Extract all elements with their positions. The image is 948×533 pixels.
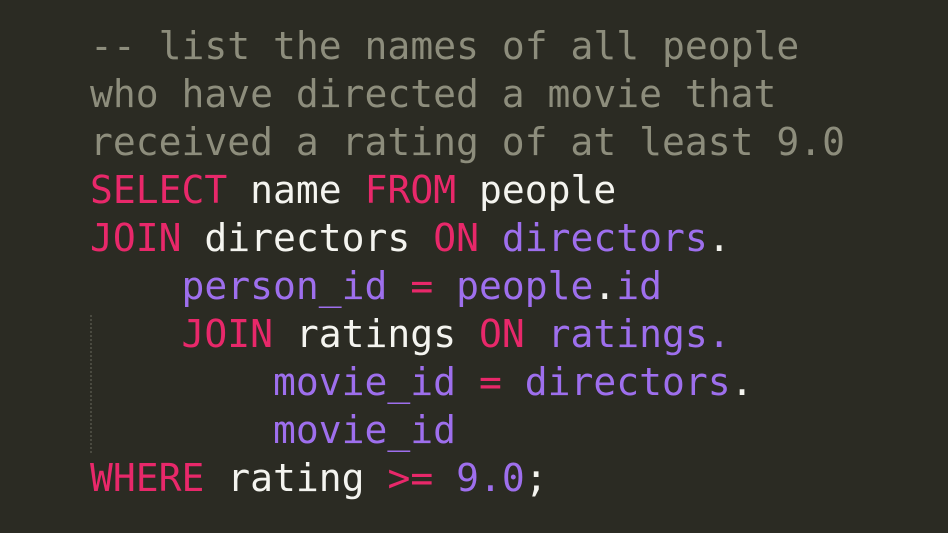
- code-token-keyword: ON: [478, 312, 525, 356]
- code-token-keyword: ON: [433, 216, 479, 260]
- code-line[interactable]: JOIN directors ON directors.: [90, 214, 948, 262]
- code-token-ident: movie_id: [273, 408, 457, 452]
- code-token-plain: people: [478, 168, 617, 212]
- code-line[interactable]: movie_id = directors.: [90, 358, 948, 406]
- code-line[interactable]: JOIN ratings ON ratings.: [90, 310, 948, 358]
- sql-code-block[interactable]: -- list the names of all people who have …: [0, 22, 948, 502]
- code-token-punct: .: [707, 216, 731, 260]
- code-line[interactable]: movie_id: [90, 406, 948, 454]
- code-token-plain: directors: [204, 216, 411, 260]
- code-token-punct-p: .: [707, 312, 731, 356]
- code-token-comment: --: [90, 24, 136, 68]
- code-line[interactable]: -- list the names of all people: [90, 22, 948, 70]
- code-token-number: 9.0: [456, 456, 525, 500]
- code-token-operator: >=: [387, 456, 434, 500]
- code-token-plain: name: [250, 168, 342, 212]
- code-token-plain: rating: [227, 456, 365, 500]
- code-token-ident: directors: [501, 216, 708, 260]
- code-token-keyword: JOIN: [90, 216, 182, 260]
- code-token-operator: =: [478, 360, 502, 404]
- code-token-punct: .: [593, 264, 617, 308]
- code-token-ident: id: [616, 264, 663, 308]
- code-editor-surface[interactable]: -- list the names of all people who have …: [0, 0, 948, 533]
- code-token-comment: who have directed a movie that: [90, 72, 777, 116]
- code-token-comment: received a rating of at least 9.0: [90, 120, 845, 164]
- code-line[interactable]: WHERE rating >= 9.0;: [90, 454, 948, 502]
- code-token-keyword: FROM: [364, 168, 457, 212]
- code-token-ident: person_id: [181, 264, 388, 308]
- code-token-ident: movie_id: [273, 360, 457, 404]
- code-token-punct: ;: [524, 456, 548, 500]
- code-token-plain: ratings: [295, 312, 457, 356]
- code-token-keyword: SELECT: [90, 168, 228, 212]
- code-token-ident: directors: [524, 360, 731, 404]
- code-line[interactable]: SELECT name FROM people: [90, 166, 948, 214]
- code-token-punct: .: [730, 360, 754, 404]
- code-token-keyword: WHERE: [90, 456, 205, 500]
- code-token-ident: ratings: [547, 312, 708, 356]
- code-token-ident: people: [456, 264, 594, 308]
- code-token-operator: =: [410, 264, 434, 308]
- code-token-comment: list the names of all people: [158, 24, 800, 68]
- code-line[interactable]: received a rating of at least 9.0: [90, 118, 948, 166]
- code-line[interactable]: who have directed a movie that: [90, 70, 948, 118]
- code-token-keyword: JOIN: [181, 312, 274, 356]
- code-line[interactable]: person_id = people.id: [90, 262, 948, 310]
